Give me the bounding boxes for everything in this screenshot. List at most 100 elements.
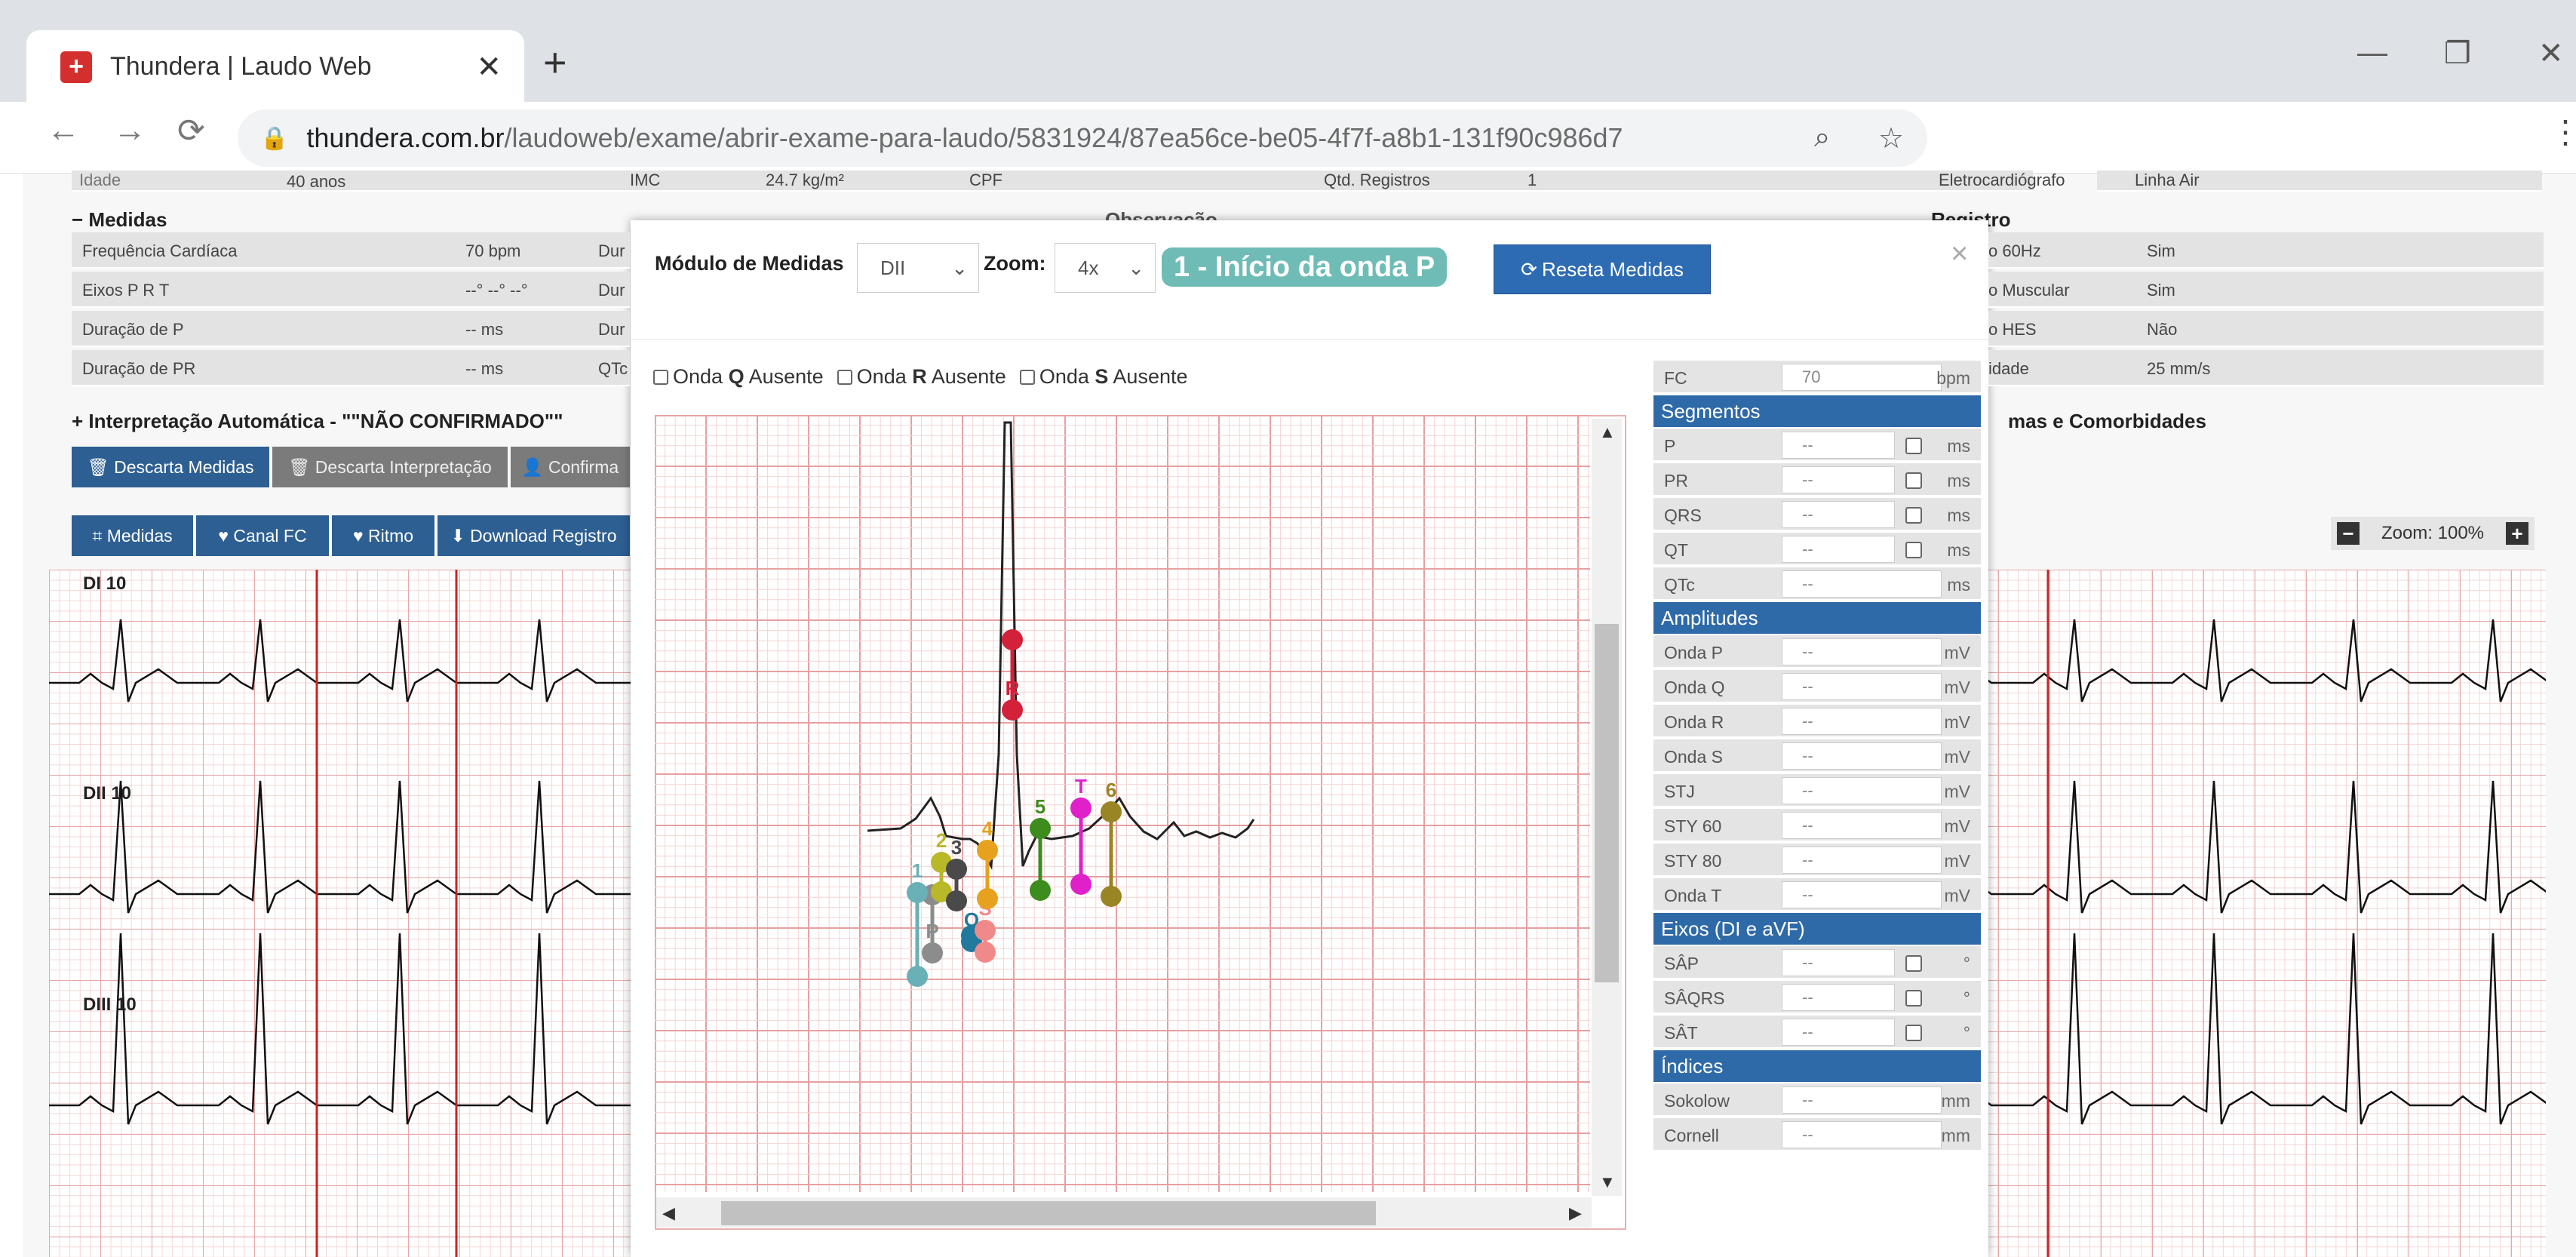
descarta-medidas-button[interactable]: 🗑 Descarta Medidas bbox=[72, 447, 271, 487]
absent-check-s[interactable]: Onda S Ausente bbox=[1019, 365, 1188, 389]
measure-input[interactable]: -- bbox=[1782, 708, 1942, 735]
measure-input[interactable]: -- bbox=[1782, 1086, 1942, 1114]
measure-input[interactable]: -- bbox=[1782, 501, 1895, 528]
medidas-section-title[interactable]: − Medidas bbox=[72, 208, 167, 232]
absent-check-q[interactable]: Onda Q Ausente bbox=[653, 365, 824, 389]
marker-handle[interactable] bbox=[1101, 801, 1122, 822]
marker-handle[interactable] bbox=[907, 966, 928, 987]
measure-input[interactable]: -- bbox=[1782, 777, 1942, 804]
browser-menu-icon[interactable]: ⋮ bbox=[2550, 113, 2576, 150]
indices-header: Índices bbox=[1653, 1050, 1981, 1082]
minimize-icon[interactable]: — bbox=[2357, 36, 2387, 70]
measure-input[interactable]: -- bbox=[1782, 984, 1895, 1011]
measure-checkbox[interactable] bbox=[1905, 438, 1922, 454]
scroll-left-icon[interactable]: ◀ bbox=[662, 1203, 675, 1223]
measure-input[interactable]: -- bbox=[1782, 570, 1942, 598]
checkbox[interactable] bbox=[1019, 369, 1035, 385]
scroll-right-icon[interactable]: ▶ bbox=[1569, 1203, 1582, 1223]
measure-input[interactable]: -- bbox=[1782, 847, 1942, 874]
measure-input[interactable]: -- bbox=[1782, 812, 1942, 839]
canal-fc-button[interactable]: ♥ Canal FC bbox=[196, 515, 330, 556]
measure-checkbox[interactable] bbox=[1905, 990, 1922, 1007]
window-close-icon[interactable]: ✕ bbox=[2538, 36, 2564, 71]
ritmo-button[interactable]: ♥ Ritmo bbox=[332, 515, 436, 556]
zoom-out-button[interactable]: − bbox=[2337, 522, 2360, 545]
measure-input[interactable]: -- bbox=[1782, 1121, 1942, 1148]
marker-4[interactable]: 4 bbox=[977, 817, 998, 909]
marker-handle[interactable] bbox=[975, 942, 996, 963]
measure-unit: ms bbox=[1947, 471, 1970, 490]
measure-checkbox[interactable] bbox=[1905, 1025, 1922, 1041]
measure-plot-svg[interactable]: RP123QS45T6 bbox=[655, 415, 1626, 1230]
modal-close-icon[interactable]: × bbox=[1951, 237, 1968, 271]
symptoms-title[interactable]: mas e Comorbidades bbox=[2008, 410, 2206, 433]
scroll-up-icon[interactable]: ▲ bbox=[1599, 423, 1616, 442]
marker-handle[interactable] bbox=[1002, 699, 1023, 721]
marker-handle[interactable] bbox=[1070, 798, 1091, 819]
measure-checkbox[interactable] bbox=[1905, 542, 1922, 558]
measurement-modal: Módulo de Medidas DII ⌄ Zoom: 4x ⌄ 1 - Iní… bbox=[631, 220, 1988, 1257]
measure-input[interactable]: -- bbox=[1782, 881, 1942, 908]
measure-input[interactable]: -- bbox=[1782, 466, 1895, 493]
browser-tab[interactable]: + Thundera | Laudo Web ✕ bbox=[26, 30, 524, 103]
new-tab-icon[interactable]: + bbox=[543, 39, 567, 86]
marker-handle[interactable] bbox=[1030, 880, 1051, 901]
zoom-select[interactable]: 4x ⌄ bbox=[1055, 243, 1156, 293]
marker-handle[interactable] bbox=[1070, 874, 1091, 895]
measure-checkbox[interactable] bbox=[1905, 955, 1922, 972]
forward-icon[interactable]: → bbox=[113, 112, 146, 149]
measure-input[interactable]: -- bbox=[1782, 742, 1942, 770]
back-icon[interactable]: ← bbox=[47, 112, 80, 149]
marker-handle[interactable] bbox=[1002, 629, 1023, 650]
vertical-scroll-thumb[interactable] bbox=[1595, 624, 1619, 982]
restore-icon[interactable]: ❐ bbox=[2444, 36, 2471, 71]
marker-handle[interactable] bbox=[907, 882, 928, 903]
measure-input[interactable]: -- bbox=[1782, 638, 1942, 665]
measure-input[interactable]: 70 bbox=[1782, 364, 1942, 391]
interpretation-title[interactable]: + Interpretação Automática - ""NÃO CONFI… bbox=[72, 410, 563, 433]
measure-unit: ° bbox=[1963, 988, 1970, 1008]
marker-handle[interactable] bbox=[946, 859, 967, 880]
scroll-down-icon[interactable]: ▼ bbox=[1599, 1172, 1616, 1192]
descarta-interpretacao-button[interactable]: 🗑 Descarta Interpretação bbox=[272, 447, 509, 487]
marker-handle[interactable] bbox=[922, 942, 943, 963]
measure-input[interactable]: -- bbox=[1782, 536, 1895, 563]
medidas-button[interactable]: ⌗ Medidas bbox=[72, 515, 195, 556]
marker-1[interactable]: 1 bbox=[907, 859, 928, 987]
checkbox[interactable] bbox=[653, 369, 668, 385]
checkbox[interactable] bbox=[837, 369, 852, 385]
marker-handle[interactable] bbox=[977, 888, 998, 909]
measure-label: QTc bbox=[1664, 575, 1695, 595]
marker-handle[interactable] bbox=[1030, 818, 1051, 839]
horizontal-scroll-thumb[interactable] bbox=[721, 1201, 1376, 1225]
measure-row: Onda R -- mV bbox=[1653, 705, 1981, 738]
absent-check-r[interactable]: Onda R Ausente bbox=[837, 365, 1006, 389]
zoom-search-icon[interactable]: ⌕ bbox=[1814, 121, 1830, 154]
measure-unit: mV bbox=[1944, 712, 1971, 732]
measure-input[interactable]: -- bbox=[1782, 949, 1895, 976]
lead-select[interactable]: DII ⌄ bbox=[857, 243, 979, 293]
tab-close-icon[interactable]: ✕ bbox=[476, 50, 502, 85]
marker-3[interactable]: 3 bbox=[946, 836, 967, 911]
zoom-in-button[interactable]: + bbox=[2505, 522, 2528, 545]
measure-unit: bpm bbox=[1936, 368, 1970, 388]
measure-input[interactable]: -- bbox=[1782, 1019, 1895, 1046]
marker-handle[interactable] bbox=[1101, 886, 1122, 907]
marker-handle[interactable] bbox=[977, 840, 998, 861]
download-registro-button[interactable]: ⬇ Download Registro bbox=[438, 515, 631, 556]
measure-checkbox[interactable] bbox=[1905, 472, 1922, 489]
measure-input[interactable]: -- bbox=[1782, 432, 1895, 459]
reload-icon[interactable]: ⟳ bbox=[177, 112, 205, 150]
measure-input[interactable]: -- bbox=[1782, 673, 1942, 700]
marker-5[interactable]: 5 bbox=[1030, 795, 1051, 901]
measure-unit: ms bbox=[1947, 506, 1970, 525]
measure-checkbox[interactable] bbox=[1905, 507, 1922, 524]
url-bar[interactable]: 🔒 thundera.com.br/laudoweb/exame/abrir-e… bbox=[238, 109, 1927, 167]
reset-measures-button[interactable]: ⟳ Reseta Medidas bbox=[1494, 244, 1711, 294]
marker-handle[interactable] bbox=[975, 920, 996, 941]
measure-row: P -- ms bbox=[1653, 429, 1981, 462]
bookmark-star-icon[interactable]: ☆ bbox=[1878, 121, 1904, 155]
confirma-button[interactable]: 👤 Confirma bbox=[511, 447, 631, 487]
marker-r[interactable]: R bbox=[1002, 629, 1023, 721]
measure-label: Onda R bbox=[1664, 712, 1724, 732]
